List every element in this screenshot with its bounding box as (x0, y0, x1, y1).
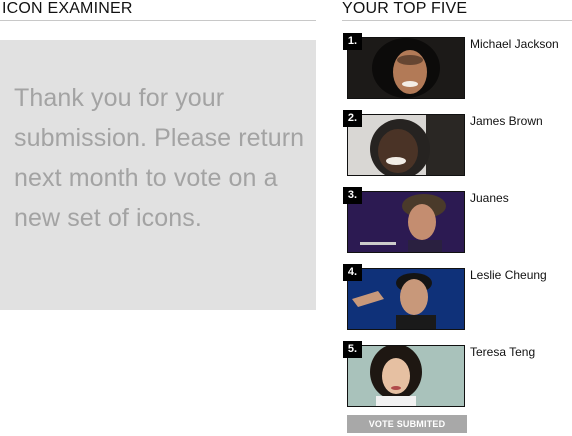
vote-submitted-button[interactable]: VOTE SUBMITED (347, 415, 467, 433)
divider (0, 20, 316, 21)
rank-badge: 2. (343, 110, 362, 127)
divider (342, 20, 572, 21)
top-five-item-5: 5. Teresa Teng (343, 341, 572, 409)
rank-badge: 5. (343, 341, 362, 358)
top-five-title: YOUR TOP FIVE (342, 0, 468, 17)
item-name: Juanes (470, 191, 509, 205)
top-five-item-1: 1. Michael Jackson (343, 33, 572, 101)
message-panel: Thank you for your submission. Please re… (0, 40, 316, 310)
rank-badge: 1. (343, 33, 362, 50)
top-five-item-4: 4. Leslie Cheung (343, 264, 572, 332)
portrait-photo-icon (347, 37, 465, 99)
rank-badge: 3. (343, 187, 362, 204)
examiner-title: ICON EXAMINER (2, 0, 133, 17)
thank-you-message: Thank you for your submission. Please re… (14, 84, 305, 232)
portrait-photo-icon (347, 268, 465, 330)
item-name: James Brown (470, 114, 543, 128)
portrait-photo-icon (347, 114, 465, 176)
item-name: Teresa Teng (470, 345, 536, 359)
rank-badge: 4. (343, 264, 362, 281)
top-five-item-3: 3. Juanes (343, 187, 572, 255)
top-five-item-2: 2. James Brown (343, 110, 572, 178)
item-name: Leslie Cheung (470, 268, 547, 282)
portrait-photo-icon (347, 345, 465, 407)
item-name: Michael Jackson (470, 37, 559, 51)
portrait-photo-icon (347, 191, 465, 253)
